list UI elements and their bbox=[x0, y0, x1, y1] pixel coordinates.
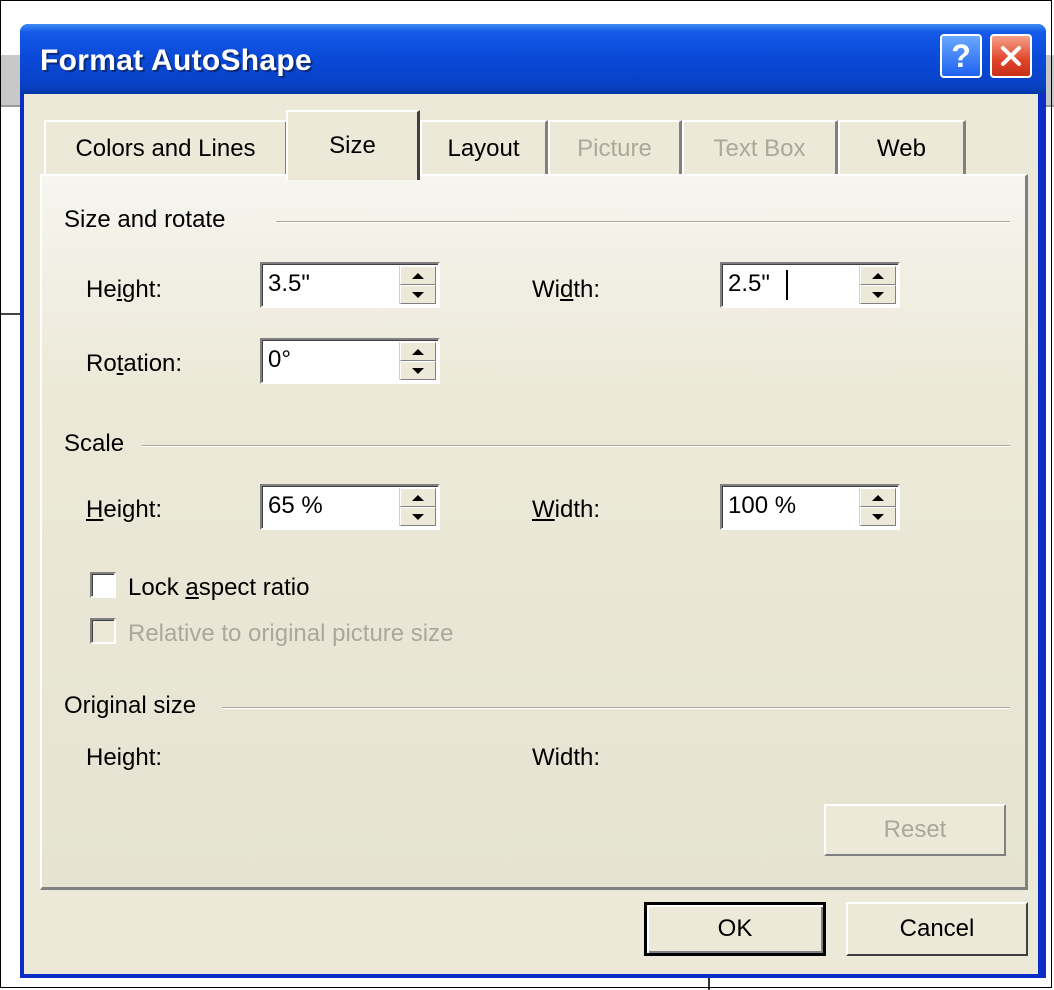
tab-size[interactable]: Size bbox=[286, 110, 420, 180]
tab-label: Size bbox=[329, 132, 376, 159]
screenshot-frame bbox=[0, 0, 1052, 988]
